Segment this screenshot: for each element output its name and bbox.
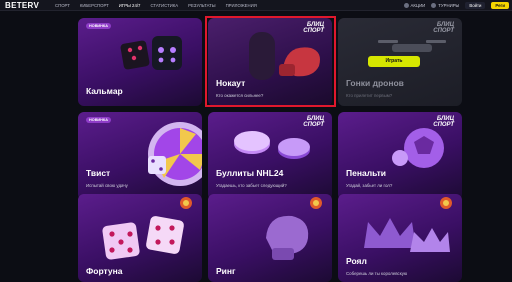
dice-illustration-icon [120,36,182,70]
crown-icon [364,218,450,252]
game-card-fortuna[interactable]: Фортуна [78,194,202,282]
selected-card-outline [205,16,336,107]
hockey-puck-icon [234,131,310,159]
game-card-nhl-shootout[interactable]: БЛИЦ СПОРТ Буллиты NHL24 Угадаешь, кто за… [208,112,332,200]
nav-games-24-7[interactable]: ИГРЫ 24/7 [119,3,141,8]
gift-icon [403,2,409,8]
card-title: Фортуна [86,266,123,276]
register-button[interactable]: Реги [491,1,509,9]
card-subtitle: Кто прилетит первым? [346,93,393,98]
brand-emblem-icon [180,197,192,209]
nav-esport[interactable]: КИБЕРСПОРТ [80,3,109,8]
card-subtitle: Испытай свою удачу [86,183,128,188]
tournaments-link[interactable]: ТУРНИРЫ [431,2,460,8]
game-card-royal[interactable]: Роял Соберешь ли ты королевскую [338,194,462,282]
main-nav: СПОРТ КИБЕРСПОРТ ИГРЫ 24/7 СТАТИСТИКА РЕ… [55,0,257,10]
card-title: Роял [346,256,367,266]
game-card-penalty[interactable]: БЛИЦ СПОРТ Пенальти Угадай, забьет ли гол… [338,112,462,200]
new-badge: НОВИНКА [86,23,111,29]
game-card-kalmar[interactable]: НОВИНКА Кальмар [78,18,202,106]
card-subtitle: Угадай, забьет ли гол? [346,183,393,188]
soccer-ball-icon [392,128,444,168]
card-title: Пенальти [346,168,386,178]
login-button[interactable]: Войти [465,1,486,9]
boxing-glove-icon [266,215,309,260]
game-card-ring[interactable]: Ринг [208,194,332,282]
trophy-icon [431,2,437,8]
card-title: Кальмар [86,86,123,96]
new-badge: НОВИНКА [86,117,111,123]
promos-label: АКЦИИ [410,2,426,8]
promos-link[interactable]: АКЦИИ [403,2,426,8]
card-subtitle: Угадаешь, кто забьет следующий? [216,183,287,188]
wheel-of-fortune-icon [148,122,202,186]
nav-sport[interactable]: СПОРТ [55,3,70,8]
nav-statistics[interactable]: СТАТИСТИКА [150,3,178,8]
card-title: Буллиты NHL24 [216,168,284,178]
header-actions: АКЦИИ ТУРНИРЫ Войти Реги [403,0,509,10]
dice-illustration-icon [102,216,184,260]
game-card-drone-race[interactable]: БЛИЦ СПОРТ Играть Гонки дронов Кто прилет… [338,18,462,106]
game-card-twist[interactable]: НОВИНКА Твист Испытай свою удачу [78,112,202,200]
nav-results[interactable]: РЕЗУЛЬТАТЫ [188,3,215,8]
top-navigation-bar: BETERV СПОРТ КИБЕРСПОРТ ИГРЫ 24/7 СТАТИС… [0,0,512,11]
tournaments-label: ТУРНИРЫ [438,2,460,8]
nav-apps[interactable]: ПРИЛОЖЕНИЯ [226,3,257,8]
card-title: Гонки дронов [346,78,404,88]
card-title: Твист [86,168,111,178]
site-logo[interactable]: BETERV [5,1,39,10]
card-title: Ринг [216,266,236,276]
play-button[interactable]: Играть [368,56,420,67]
